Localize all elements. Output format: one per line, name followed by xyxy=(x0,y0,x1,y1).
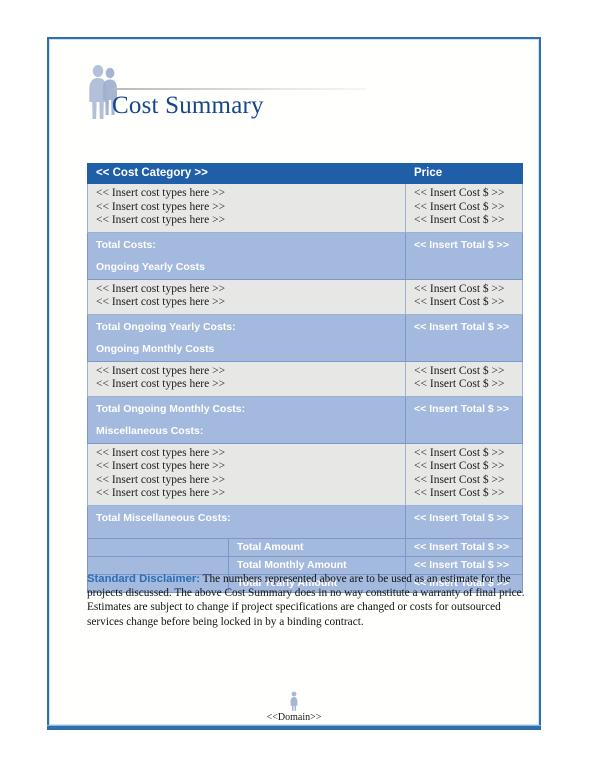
table-header-row: << Cost Category >> Price xyxy=(86,163,524,184)
table-row: << Insert cost types here >> << Insert c… xyxy=(86,360,524,397)
summary-total-label: Total Ongoing Monthly Costs: xyxy=(96,402,246,415)
grand-total-value: << Insert Total $ >> xyxy=(405,537,524,557)
summary-label-cell: Total Ongoing Monthly Costs: Miscellaneo… xyxy=(86,395,407,444)
cost-value-label: << Insert Cost $ >> xyxy=(414,487,505,499)
title-rule xyxy=(111,88,366,90)
cost-type-cell: << Insert cost types here >> << Insert c… xyxy=(86,442,407,506)
grand-total-label: Total Amount xyxy=(227,537,407,557)
cost-value-label: << Insert Cost $ >> xyxy=(414,364,505,377)
cost-type-label: << Insert cost types here >> xyxy=(96,214,226,226)
section-heading-label: Ongoing Monthly Costs xyxy=(96,342,215,355)
cost-value-cell: << Insert Cost $ >> << Insert Cost $ >> xyxy=(405,360,524,397)
cost-value-cell: << Insert Cost $ >> << Insert Cost $ >> … xyxy=(405,183,524,233)
cost-summary-table: << Cost Category >> Price << Insert cost… xyxy=(86,163,524,593)
summary-total-value: << Insert Total $ >> xyxy=(414,402,509,415)
cost-type-label: << Insert cost types here >> xyxy=(96,187,226,199)
cost-value-label: << Insert Cost $ >> xyxy=(414,282,505,295)
cost-type-cell: << Insert cost types here >> << Insert c… xyxy=(86,278,407,315)
table-row: << Insert cost types here >> << Insert c… xyxy=(86,183,524,233)
title-block: Cost Summary xyxy=(107,88,377,121)
cost-type-cell: << Insert cost types here >> << Insert c… xyxy=(86,360,407,397)
summary-total-value: << Insert Total $ >> xyxy=(414,238,509,251)
grand-total-spacer-cell xyxy=(87,537,229,557)
column-header-price: Price xyxy=(405,163,524,184)
disclaimer-lead-label: Standard Disclaimer: xyxy=(87,573,201,585)
table-row: << Insert cost types here >> << Insert c… xyxy=(86,278,524,315)
cost-type-label: << Insert cost types here >> xyxy=(96,282,226,295)
cost-type-label: << Insert cost types here >> xyxy=(96,473,226,486)
page-footer: <<Domain>> xyxy=(49,691,539,724)
cost-value-label: << Insert Cost $ >> xyxy=(414,446,505,459)
cost-type-label: << Insert cost types here >> xyxy=(96,460,226,472)
cost-value-label: << Insert Cost $ >> xyxy=(414,460,505,472)
cost-value-label: << Insert Cost $ >> xyxy=(414,214,505,226)
cost-type-label: << Insert cost types here >> xyxy=(96,446,226,459)
section-heading-label: Ongoing Yearly Costs xyxy=(96,260,205,273)
cost-type-label: << Insert cost types here >> xyxy=(96,200,226,213)
document-page: Cost Summary << Cost Category >> Price <… xyxy=(47,37,541,727)
person-silhouette-icon xyxy=(289,691,299,711)
table-summary-row: Total Miscellaneous Costs: << Insert Tot… xyxy=(86,504,524,539)
cost-type-label: << Insert cost types here >> xyxy=(96,296,226,308)
summary-value-cell: << Insert Total $ >> xyxy=(405,395,524,444)
summary-total-value: << Insert Total $ >> xyxy=(414,511,509,524)
summary-value-cell: << Insert Total $ >> xyxy=(405,313,524,362)
summary-total-label: Total Miscellaneous Costs: xyxy=(96,511,231,524)
page-title: Cost Summary xyxy=(112,92,264,119)
summary-label-cell: Total Ongoing Yearly Costs: Ongoing Mont… xyxy=(86,313,407,362)
summary-total-value: << Insert Total $ >> xyxy=(414,320,509,333)
table-summary-row: Total Ongoing Yearly Costs: Ongoing Mont… xyxy=(86,313,524,362)
summary-value-cell: << Insert Total $ >> xyxy=(405,504,524,539)
column-header-cost-category: << Cost Category >> xyxy=(86,163,407,184)
document-header: Cost Summary xyxy=(85,62,385,124)
cost-value-label: << Insert Cost $ >> xyxy=(414,200,505,213)
section-heading-label: Miscellaneous Costs: xyxy=(96,424,204,437)
summary-value-cell: << Insert Total $ >> xyxy=(405,231,524,280)
summary-label-cell: Total Costs: Ongoing Yearly Costs xyxy=(86,231,407,280)
disclaimer-paragraph: Standard Disclaimer: The numbers represe… xyxy=(87,572,527,629)
summary-total-label: Total Ongoing Yearly Costs: xyxy=(96,320,236,333)
footer-domain-text: <<Domain>> xyxy=(266,712,322,723)
summary-total-label: Total Costs: xyxy=(96,238,156,251)
cost-type-label: << Insert cost types here >> xyxy=(96,378,226,390)
table-summary-row: Total Costs: Ongoing Yearly Costs << Ins… xyxy=(86,231,524,280)
table-row: << Insert cost types here >> << Insert c… xyxy=(86,442,524,506)
table-summary-row: Total Ongoing Monthly Costs: Miscellaneo… xyxy=(86,395,524,444)
grand-total-row: Total Amount << Insert Total $ >> xyxy=(87,537,524,557)
cost-type-label: << Insert cost types here >> xyxy=(96,364,226,377)
page-bottom-rule xyxy=(47,725,541,730)
cost-type-cell: << Insert cost types here >> << Insert c… xyxy=(86,183,407,233)
cost-type-label: << Insert cost types here >> xyxy=(96,487,226,499)
cost-value-label: << Insert Cost $ >> xyxy=(414,187,505,199)
summary-label-cell: Total Miscellaneous Costs: xyxy=(86,504,407,539)
cost-value-cell: << Insert Cost $ >> << Insert Cost $ >> xyxy=(405,278,524,315)
cost-value-label: << Insert Cost $ >> xyxy=(414,296,505,308)
cost-value-label: << Insert Cost $ >> xyxy=(414,378,505,390)
cost-value-cell: << Insert Cost $ >> << Insert Cost $ >> … xyxy=(405,442,524,506)
cost-value-label: << Insert Cost $ >> xyxy=(414,473,505,486)
